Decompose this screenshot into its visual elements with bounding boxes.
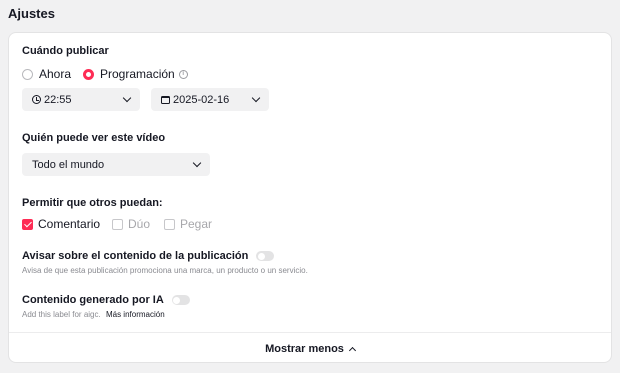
ai-help: Add this label for aigc. [22, 310, 101, 319]
checkbox-duet-label: Dúo [128, 217, 151, 231]
checkbox-comment-label: Comentario [38, 217, 101, 231]
checkbox-stitch[interactable]: Pegar [164, 217, 212, 231]
radio-now-indicator[interactable] [22, 68, 33, 80]
radio-scheduled-indicator[interactable] [83, 68, 94, 80]
disclosure-row: Avisar sobre el contenido de la publicac… [22, 250, 275, 262]
ai-label: Contenido generado por IA [22, 294, 164, 306]
permissions-section-label: Permitir que otros puedan: [22, 197, 163, 209]
publish-section-label: Cuándo publicar [22, 45, 109, 57]
visibility-value: Todo el mundo [32, 158, 105, 171]
checkbox-comment-box[interactable] [22, 218, 33, 230]
checkbox-comment[interactable]: Comentario [22, 217, 100, 231]
settings-card: Cuándo publicar Ahora Programación i 22:… [8, 32, 612, 363]
page-title: Ajustes [8, 6, 55, 21]
clock-icon [32, 95, 41, 104]
disclosure-label: Avisar sobre el contenido de la publicac… [22, 250, 249, 262]
checkbox-duet[interactable]: Dúo [112, 217, 150, 231]
checkbox-stitch-box[interactable] [164, 218, 175, 230]
footer: Mostrar menos [9, 343, 611, 355]
visibility-select[interactable]: Todo el mundo [22, 153, 210, 176]
checkbox-stitch-label: Pegar [180, 217, 213, 231]
ai-toggle[interactable] [171, 295, 190, 305]
ai-row: Contenido generado por IA [22, 294, 190, 306]
chevron-down-icon [251, 93, 261, 103]
time-value: 22:55 [44, 93, 72, 106]
date-select[interactable]: 2025-02-16 [151, 88, 269, 111]
time-select[interactable]: 22:55 [22, 88, 140, 111]
radio-scheduled[interactable]: Programación i [83, 67, 188, 81]
chevron-down-icon [122, 93, 132, 103]
divider [9, 332, 611, 333]
radio-scheduled-label: Programación [100, 67, 175, 81]
radio-now[interactable]: Ahora [22, 67, 71, 81]
chevron-down-icon [192, 158, 202, 168]
show-less-label: Mostrar menos [265, 343, 344, 355]
ai-help-row: Add this label for aigc. Más información [22, 310, 165, 319]
learn-more-link[interactable]: Más información [106, 310, 165, 319]
chevron-up-icon [348, 346, 356, 355]
radio-now-label: Ahora [39, 67, 72, 81]
visibility-section-label: Quién puede ver este vídeo [22, 132, 166, 144]
date-value: 2025-02-16 [173, 93, 230, 106]
calendar-icon [161, 95, 170, 104]
checkbox-duet-box[interactable] [112, 218, 123, 230]
show-less-button[interactable]: Mostrar menos [265, 343, 356, 355]
disclosure-help: Avisa de que esta publicación promociona… [22, 266, 308, 275]
disclosure-toggle[interactable] [256, 251, 275, 261]
info-icon[interactable]: i [178, 69, 188, 79]
